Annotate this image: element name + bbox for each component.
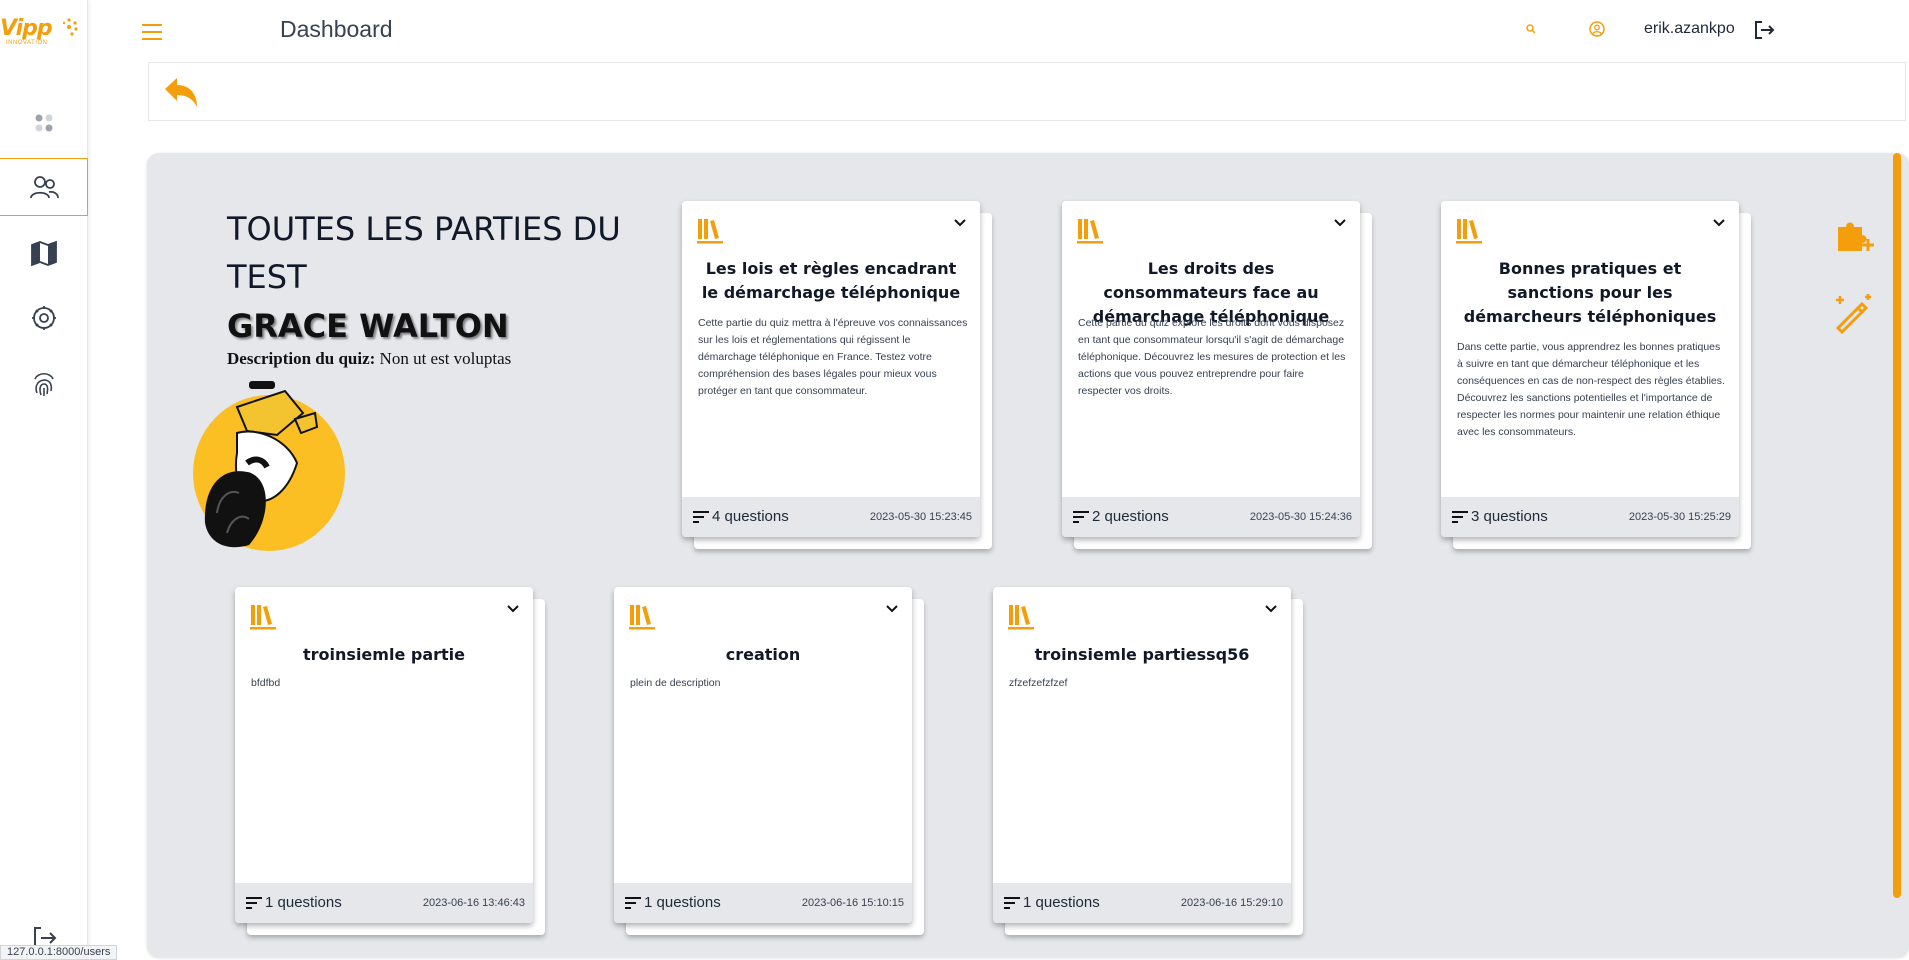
side-actions	[1832, 213, 1882, 367]
sidebar-item-books[interactable]	[0, 224, 88, 282]
panel-scrollbar[interactable]	[1893, 153, 1901, 898]
status-bar-url: 127.0.0.1:8000/users	[0, 945, 118, 960]
created-date: 2023-05-30 15:23:45	[869, 511, 972, 523]
card-footer: 4 questions 2023-05-30 15:23:45	[682, 497, 980, 537]
settings-icon	[32, 306, 56, 330]
quiz-parts-panel: TOUTES LES PARTIES DU TEST GRACE WALTON …	[147, 153, 1909, 957]
card-description: Cette partie du quiz mettra à l'épreuve …	[698, 317, 968, 397]
sidebar-item-settings[interactable]	[0, 289, 88, 347]
logo-subtitle: INNOVATION	[6, 40, 48, 46]
page-title: Dashboard	[280, 16, 393, 42]
sort-lines-icon	[246, 897, 262, 909]
header-logout-icon[interactable]	[1752, 18, 1776, 42]
card-title: troinsiemle partiessq56	[1034, 645, 1250, 664]
quiz-part-card[interactable]: troinsiemle partie bfdfbd 1 questions 20…	[235, 587, 547, 937]
menu-toggle-icon[interactable]	[142, 24, 162, 40]
fingerprint-icon	[34, 372, 54, 396]
quiz-description: Description du quiz: Non ut est voluptas	[227, 349, 647, 369]
card-face: Bonnes pratiques et sanctions pour les d…	[1441, 201, 1739, 537]
sort-lines-icon	[625, 897, 641, 909]
quiz-description-label: Description du quiz:	[227, 349, 376, 368]
card-footer: 1 questions 2023-06-16 15:29:10	[993, 883, 1291, 923]
logo-text: Vipp	[0, 16, 53, 41]
card-footer: 3 questions 2023-05-30 15:25:29	[1441, 497, 1739, 537]
sidebar-item-dashboard[interactable]	[0, 94, 88, 152]
library-books-icon	[629, 605, 655, 630]
back-arrow-icon[interactable]	[161, 75, 201, 111]
dashboard-icon	[35, 114, 53, 132]
library-books-icon	[250, 605, 276, 630]
card-description: Cette partie du quiz explore les droits …	[1078, 317, 1346, 397]
chevron-down-icon[interactable]	[1263, 601, 1279, 617]
quiz-part-card[interactable]: troinsiemle partiessq56 zfzefzefzfzef 1 …	[993, 587, 1305, 937]
library-books-icon	[1456, 219, 1482, 244]
card-description: plein de description	[630, 677, 721, 689]
sidebar: Vipp INNOVATION	[0, 0, 88, 960]
sort-lines-icon	[1073, 511, 1089, 523]
question-count: 4 questions	[712, 508, 789, 525]
sidebar-item-fingerprint[interactable]	[0, 355, 88, 413]
card-description: zfzefzefzfzef	[1009, 677, 1068, 689]
card-description: bfdfbd	[251, 677, 281, 689]
back-bar	[148, 62, 1906, 121]
chevron-down-icon[interactable]	[952, 215, 968, 231]
sort-lines-icon	[1004, 897, 1020, 909]
search-icon[interactable]	[1524, 22, 1538, 36]
card-title: Les lois et règles encadrant le démarcha…	[701, 259, 961, 302]
question-count: 1 questions	[644, 894, 721, 911]
app-logo[interactable]: Vipp INNOVATION	[0, 14, 80, 50]
card-title: Bonnes pratiques et sanctions pour les d…	[1463, 259, 1717, 326]
chevron-down-icon[interactable]	[505, 601, 521, 617]
quiz-part-card[interactable]: creation plein de description 1 question…	[614, 587, 926, 937]
puzzle-illustration	[193, 381, 345, 551]
quiz-description-value: Non ut est voluptas	[379, 349, 512, 368]
library-books-icon	[1077, 219, 1103, 244]
sidebar-item-users[interactable]	[0, 158, 88, 216]
card-face: creation plein de description 1 question…	[614, 587, 912, 923]
card-title: troinsiemle partie	[303, 645, 465, 664]
card-face: troinsiemle partie bfdfbd 1 questions 20…	[235, 587, 533, 923]
created-date: 2023-05-30 15:25:29	[1628, 511, 1731, 523]
question-count: 1 questions	[1023, 894, 1100, 911]
created-date: 2023-05-30 15:24:36	[1249, 511, 1352, 523]
add-part-puzzle-icon[interactable]	[1832, 213, 1876, 257]
top-bar: Dashboard erik.azankpo	[88, 0, 1909, 60]
created-date: 2023-06-16 15:29:10	[1180, 897, 1283, 909]
card-face: Les lois et règles encadrant le démarcha…	[682, 201, 980, 537]
chevron-down-icon[interactable]	[884, 601, 900, 617]
card-face: Les droits des consommateurs face au dém…	[1062, 201, 1360, 537]
card-footer: 2 questions 2023-05-30 15:24:36	[1062, 497, 1360, 537]
quiz-part-card[interactable]: Les droits des consommateurs face au dém…	[1062, 201, 1374, 551]
edit-wand-icon[interactable]	[1832, 290, 1876, 335]
sort-lines-icon	[1452, 511, 1468, 523]
card-face: troinsiemle partiessq56 zfzefzefzfzef 1 …	[993, 587, 1291, 923]
library-books-icon	[697, 219, 723, 244]
chevron-down-icon[interactable]	[1332, 215, 1348, 231]
card-footer: 1 questions 2023-06-16 13:46:43	[235, 883, 533, 923]
logo-sparkle-icon	[62, 18, 78, 36]
username[interactable]: erik.azankpo	[1644, 20, 1735, 38]
quiz-part-card[interactable]: Les lois et règles encadrant le démarcha…	[682, 201, 994, 551]
users-icon	[29, 176, 59, 199]
card-footer: 1 questions 2023-06-16 15:10:15	[614, 883, 912, 923]
quiz-intro: TOUTES LES PARTIES DU TEST GRACE WALTON …	[227, 205, 647, 369]
chevron-down-icon[interactable]	[1711, 215, 1727, 231]
book-icon	[31, 240, 57, 267]
card-description: Dans cette partie, vous apprendrez les b…	[1457, 341, 1725, 438]
question-count: 3 questions	[1471, 508, 1548, 525]
quiz-owner-name: GRACE WALTON	[227, 307, 509, 345]
quiz-part-card[interactable]: Bonnes pratiques et sanctions pour les d…	[1441, 201, 1753, 551]
question-count: 2 questions	[1092, 508, 1169, 525]
created-date: 2023-06-16 15:10:15	[801, 897, 904, 909]
sort-lines-icon	[693, 511, 709, 523]
created-date: 2023-06-16 13:46:43	[422, 897, 525, 909]
card-title: creation	[725, 645, 801, 664]
user-avatar-icon[interactable]	[1588, 20, 1606, 38]
section-heading: TOUTES LES PARTIES DU TEST	[227, 210, 621, 296]
library-books-icon	[1008, 605, 1034, 630]
question-count: 1 questions	[265, 894, 342, 911]
